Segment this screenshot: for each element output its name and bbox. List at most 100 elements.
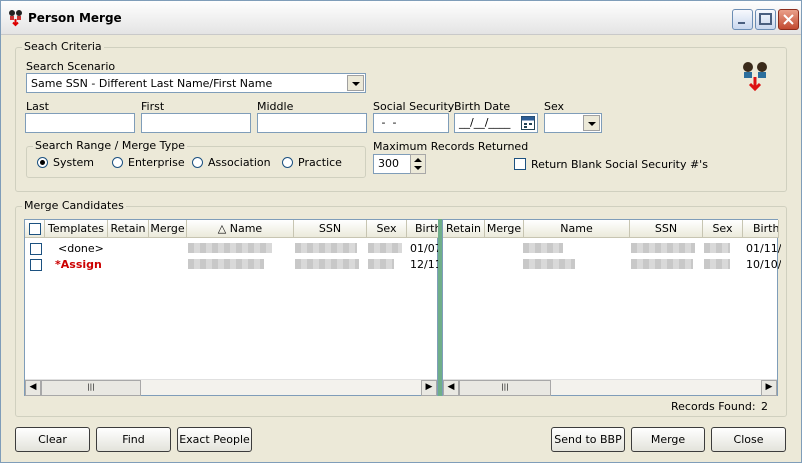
sex-redacted (704, 259, 730, 269)
column-header-birth[interactable]: Birth (407, 220, 439, 238)
search-criteria-label: Seach Criteria (22, 40, 104, 53)
column-header-sex[interactable]: Sex (367, 220, 407, 238)
merge-candidates-label: Merge Candidates (22, 199, 126, 212)
left-horizontal-scrollbar[interactable]: ◀ ||| ▶ (25, 379, 437, 396)
title-bar: Person Merge (1, 1, 801, 35)
merge-button[interactable]: Merge (631, 427, 705, 452)
return-blank-ssn-checkbox[interactable] (514, 158, 526, 170)
clear-button[interactable]: Clear (15, 427, 90, 452)
find-button[interactable]: Find (96, 427, 171, 452)
scroll-thumb[interactable]: ||| (41, 380, 141, 396)
return-blank-ssn-label[interactable]: Return Blank Social Security #'s (531, 158, 708, 171)
window-title: Person Merge (28, 11, 122, 25)
name-redacted (188, 259, 264, 269)
sex-label: Sex (544, 100, 565, 113)
ssn-redacted (295, 243, 357, 253)
ssn-redacted (631, 259, 693, 269)
search-scenario-value: Same SSN - Different Last Name/First Nam… (31, 77, 273, 90)
ssn-redacted (295, 259, 359, 269)
name-redacted (523, 243, 563, 253)
radio-association[interactable] (192, 157, 203, 168)
scroll-right-icon[interactable]: ▶ (421, 380, 437, 396)
last-name-input[interactable] (25, 113, 135, 133)
column-header-ssn[interactable]: SSN (630, 220, 703, 238)
column-header-merge[interactable]: Merge (485, 220, 524, 238)
search-scenario-label: Search Scenario (26, 60, 116, 73)
chevron-down-icon[interactable] (347, 75, 364, 91)
column-header-templates[interactable]: Templates (45, 220, 108, 238)
row-checkbox[interactable] (30, 259, 42, 271)
select-all-checkbox[interactable] (29, 223, 41, 235)
scroll-thumb[interactable]: ||| (459, 380, 551, 396)
column-header-retain[interactable]: Retain (443, 220, 485, 238)
sex-redacted (368, 243, 402, 253)
sex-redacted (704, 243, 730, 253)
scroll-right-icon[interactable]: ▶ (761, 380, 777, 396)
radio-system[interactable] (37, 157, 48, 168)
column-header-sex[interactable]: Sex (703, 220, 743, 238)
birth-cell: 10/10/ (746, 258, 782, 271)
person-merge-window: Person Merge Seach Criteria Search Scena… (0, 0, 802, 463)
radio-association-label[interactable]: Association (208, 156, 271, 169)
records-found-value: 2 (761, 400, 768, 413)
row-checkbox[interactable] (30, 243, 42, 255)
first-name-input[interactable] (141, 113, 251, 133)
column-header-name[interactable]: Name (524, 220, 630, 238)
column-header-birth[interactable]: Birth (743, 220, 779, 238)
records-found-label: Records Found: (671, 400, 756, 413)
send-to-bbp-button[interactable]: Send to BBP (551, 427, 625, 452)
select-all-column-header[interactable] (25, 220, 45, 238)
maximize-icon (759, 13, 772, 25)
birth-cell: 01/07 (410, 242, 442, 255)
ssn-mask: - - (378, 116, 397, 129)
chevron-down-icon[interactable] (583, 115, 600, 131)
search-scenario-select[interactable]: Same SSN - Different Last Name/First Nam… (26, 73, 366, 93)
spin-down-icon[interactable] (414, 166, 422, 170)
radio-enterprise[interactable] (112, 157, 123, 168)
middle-label: Middle (257, 100, 294, 113)
max-records-spinner[interactable] (410, 154, 426, 174)
scroll-left-icon[interactable]: ◀ (443, 380, 459, 396)
column-header-merge[interactable]: Merge (149, 220, 187, 238)
right-candidates-grid[interactable]: Retain Merge Name SSN Sex Birth 01/11/ 1… (442, 219, 782, 396)
radio-practice[interactable] (282, 157, 293, 168)
radio-system-label[interactable]: System (53, 156, 94, 169)
max-records-input[interactable]: 300 (373, 154, 411, 174)
birth-cell: 01/11/ (746, 242, 782, 255)
middle-name-input[interactable] (257, 113, 367, 133)
search-range-label: Search Range / Merge Type (33, 139, 187, 152)
ssn-redacted (631, 243, 695, 253)
sex-select[interactable] (544, 113, 602, 133)
last-label: Last (26, 100, 49, 113)
name-redacted (188, 243, 272, 253)
radio-enterprise-label[interactable]: Enterprise (128, 156, 185, 169)
close-window-button[interactable] (778, 9, 799, 30)
column-header-retain[interactable]: Retain (108, 220, 149, 238)
max-records-label: Maximum Records Returned (373, 140, 529, 153)
sex-redacted (368, 259, 394, 269)
minimize-icon (738, 22, 745, 24)
spin-up-icon[interactable] (414, 158, 422, 162)
column-header-ssn[interactable]: SSN (294, 220, 367, 238)
exact-people-button[interactable]: Exact People (177, 427, 252, 452)
right-horizontal-scrollbar[interactable]: ◀ ||| ▶ (443, 379, 777, 396)
column-header-name[interactable]: △ Name (187, 220, 294, 238)
ssn-input[interactable]: - - (373, 113, 449, 133)
birth-date-mask: __/__/____ (459, 116, 511, 129)
scroll-left-icon[interactable]: ◀ (25, 380, 41, 396)
ssn-label: Social Security (373, 100, 455, 113)
calendar-icon[interactable] (521, 116, 535, 130)
max-records-value: 300 (378, 157, 399, 170)
close-button[interactable]: Close (711, 427, 786, 452)
maximize-button[interactable] (755, 9, 776, 30)
people-merge-icon (9, 10, 22, 27)
radio-practice-label[interactable]: Practice (298, 156, 342, 169)
minimize-button[interactable] (732, 9, 753, 30)
birth-date-label: Birth Date (454, 100, 511, 113)
birth-cell: 12/11 (410, 258, 442, 271)
template-cell: <done> (58, 242, 104, 255)
person-merge-logo-icon (743, 62, 767, 92)
name-redacted (523, 259, 575, 269)
left-candidates-grid[interactable]: Templates Retain Merge △ Name SSN Sex Bi… (24, 219, 442, 396)
template-cell-assign: *Assign (55, 258, 102, 271)
